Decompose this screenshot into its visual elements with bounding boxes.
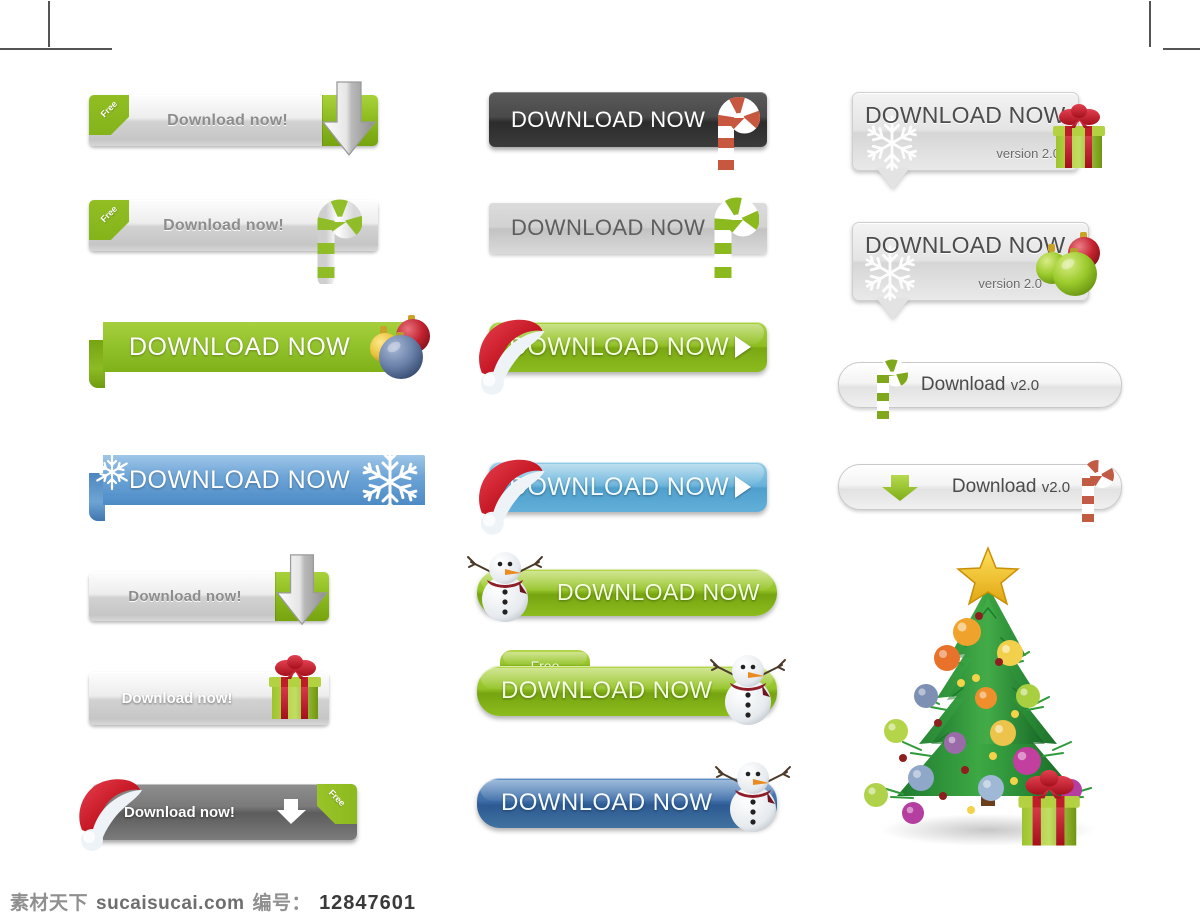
crop-mark-top-left-v (48, 1, 50, 47)
card-subtitle: version 2.0 (978, 276, 1042, 291)
button-label: Download now! (124, 803, 235, 821)
ribbon-label: DOWNLOAD NOW (129, 465, 351, 494)
download-now-green-ribbon[interactable]: DOWNLOAD NOW (89, 322, 419, 392)
button-label: DOWNLOAD NOW (501, 789, 713, 816)
download-now-free-arrow-button[interactable]: Free Download now! (89, 95, 378, 146)
download-now-arrow-button[interactable]: Download now! (89, 572, 329, 621)
download-now-green-snowman-free-button[interactable]: DOWNLOAD NOW (477, 666, 777, 716)
download-now-blue-ribbon[interactable]: DOWNLOAD NOW (89, 455, 425, 525)
watermark: 素材天下 sucaisucai.com 编号： 12847601 (10, 888, 416, 915)
crop-mark-top-right-v (1149, 1, 1151, 47)
button-label: Download now! (121, 690, 233, 707)
pill-label: Download v2.0 (901, 476, 1121, 498)
download-now-green-santa-hat-button[interactable]: DOWNLOAD NOW (489, 322, 767, 372)
pill-label-text: Download (951, 476, 1037, 497)
button-label: DOWNLOAD NOW (509, 332, 730, 361)
download-now-bubble-baubles-card[interactable]: DOWNLOAD NOW version 2.0 (852, 222, 1089, 319)
download-now-green-snowman-button[interactable]: DOWNLOAD NOW (477, 569, 777, 616)
download-now-gift-button[interactable]: Download now! (89, 672, 329, 725)
canvas: Free Download now! Free Download now! DO… (0, 0, 1200, 923)
download-now-blue-snowman-button[interactable]: DOWNLOAD NOW (477, 778, 777, 828)
watermark-site-cn: 素材天下 (10, 893, 89, 914)
free-badge: Free (317, 784, 357, 824)
button-label: DOWNLOAD NOW (501, 677, 713, 704)
green-cap (275, 572, 329, 621)
watermark-id-label: 编号： (252, 893, 312, 914)
green-cap (322, 95, 378, 146)
download-now-grey-candycane-button[interactable]: DOWNLOAD NOW (489, 202, 767, 254)
button-label: DOWNLOAD NOW (511, 106, 706, 132)
download-now-dark-candycane-button[interactable]: DOWNLOAD NOW (489, 92, 767, 147)
button-label: DOWNLOAD NOW (509, 472, 730, 501)
crop-mark-top-left-h (0, 48, 112, 50)
pill-label: Download v2.0 (839, 374, 1121, 396)
button-label: Download now! (128, 588, 242, 605)
download-now-santa-hat-button[interactable]: Free Download now! (92, 784, 357, 840)
download-v2-candycane-pill[interactable]: Download v2.0 (838, 362, 1122, 408)
download-v2-arrow-candycane-pill[interactable]: Download v2.0 (838, 464, 1122, 510)
watermark-site: sucaisucai.com (96, 893, 245, 914)
pill-label-text: Download (920, 374, 1006, 395)
free-badge: Free (89, 95, 129, 135)
button-label: Download now! (163, 216, 284, 234)
watermark-id-value: 12847601 (319, 892, 417, 914)
button-label: DOWNLOAD NOW (557, 579, 760, 605)
download-now-free-candycane-button[interactable]: Free Download now! (89, 200, 378, 251)
crop-mark-top-right-h (1163, 48, 1200, 50)
card-title: DOWNLOAD NOW (865, 102, 1066, 128)
download-now-blue-santa-hat-button[interactable]: DOWNLOAD NOW (489, 462, 767, 512)
button-label: Download now! (167, 111, 288, 129)
ribbon-band: DOWNLOAD NOW (103, 455, 425, 505)
ribbon-label: DOWNLOAD NOW (129, 332, 351, 361)
free-badge: Free (89, 200, 129, 240)
pill-version: v2.0 (1041, 479, 1071, 496)
card-subtitle: version 2.0 (996, 146, 1060, 161)
download-now-bubble-gift-card[interactable]: DOWNLOAD NOW version 2.0 (852, 92, 1079, 189)
button-label: DOWNLOAD NOW (511, 215, 706, 240)
pill-version: v2.0 (1010, 377, 1040, 394)
ribbon-band: DOWNLOAD NOW (103, 322, 417, 372)
christmas-tree-illustration (864, 545, 1096, 846)
arrow-down-white-icon (277, 799, 306, 824)
card-title: DOWNLOAD NOW (865, 232, 1066, 258)
arrow-right-icon (735, 336, 751, 358)
arrow-right-icon (735, 476, 751, 498)
